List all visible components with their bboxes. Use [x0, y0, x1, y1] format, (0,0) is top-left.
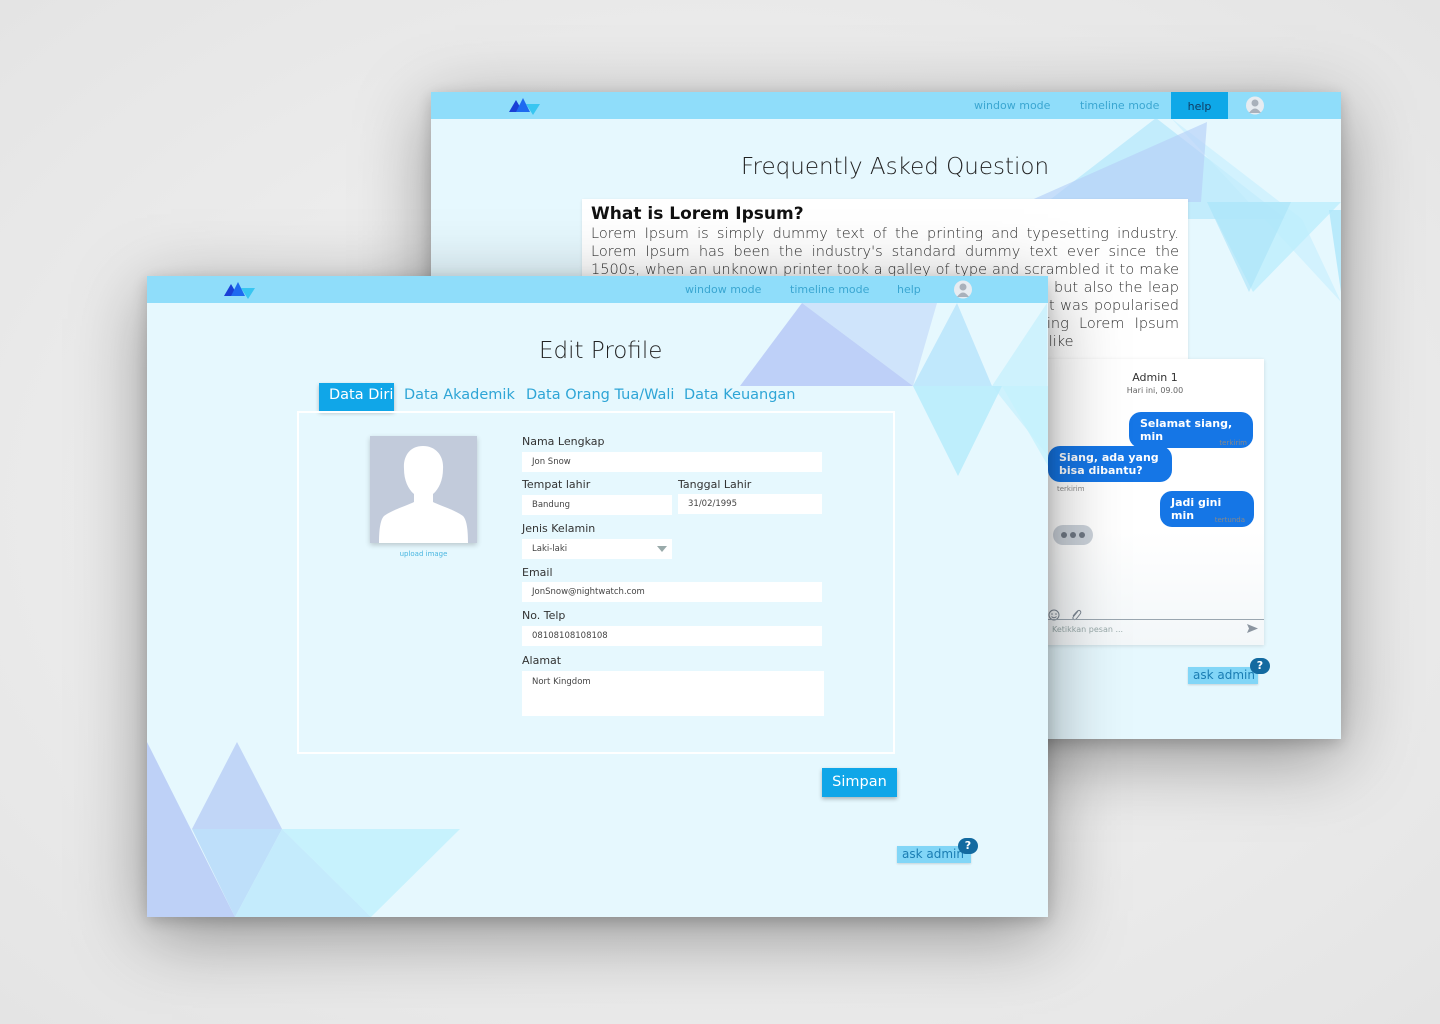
chat-message-received: Siang, ada yang bisa dibantu? [1048, 446, 1172, 482]
jenis-kelamin-value: Laki-laki [532, 544, 568, 554]
page-title: Frequently Asked Question [741, 154, 1050, 180]
tab-data-keuangan[interactable]: Data Keuangan [684, 383, 795, 411]
faq-question: What is Lorem Ipsum? [591, 204, 804, 224]
profile-photo[interactable] [370, 436, 477, 543]
chat-message-status: tertunda [1214, 516, 1245, 524]
tempat-lahir-input[interactable]: Bandung [522, 495, 672, 515]
alamat-textarea[interactable]: Nort Kingdom [522, 671, 824, 716]
profile-silhouette-icon [379, 446, 468, 543]
top-navigation-bar: window mode timeline mode help [147, 276, 1048, 303]
alamat-label: Alamat [522, 654, 562, 667]
nav-window-mode[interactable]: window mode [685, 276, 761, 303]
edit-profile-window: window mode timeline mode help Edit Prof… [147, 276, 1048, 917]
nama-lengkap-input[interactable]: Jon Snow [522, 452, 822, 472]
ask-admin-button[interactable]: ask admin [1188, 667, 1258, 684]
no-telp-input[interactable]: 08108108108108 [522, 626, 822, 646]
chat-panel: Admin 1 Hari ini, 09.00 Selamat siang, m… [1046, 359, 1264, 645]
chat-message-status: terkirim [1219, 439, 1247, 447]
nav-timeline-mode[interactable]: timeline mode [1080, 92, 1159, 119]
chat-message-status: terkirim [1057, 485, 1085, 493]
simpan-button[interactable]: Simpan [822, 768, 897, 797]
upload-image-link[interactable]: upload image [370, 550, 477, 558]
tanggal-lahir-input[interactable]: 31/02/1995 [678, 494, 822, 514]
top-navigation-bar: window mode timeline mode help [431, 92, 1341, 119]
tab-data-orang-tua-wali[interactable]: Data Orang Tua/Wali [526, 383, 674, 411]
jenis-kelamin-label: Jenis Kelamin [522, 522, 596, 535]
chat-admin-name: Admin 1 [1132, 371, 1178, 384]
chat-message-input[interactable]: Ketikkan pesan ... [1046, 619, 1264, 640]
tab-data-akademik[interactable]: Data Akademik [404, 383, 515, 411]
email-input[interactable]: JonSnow@nightwatch.com [522, 582, 822, 602]
help-question-icon[interactable]: ? [1250, 658, 1270, 674]
send-icon[interactable] [1246, 623, 1259, 634]
page-title: Edit Profile [539, 338, 663, 364]
email-label: Email [522, 566, 553, 579]
nav-help-active[interactable]: help [1171, 92, 1228, 119]
tanggal-lahir-label: Tanggal Lahir [678, 478, 752, 491]
nav-help[interactable]: help [897, 276, 921, 303]
nav-timeline-mode[interactable]: timeline mode [790, 276, 869, 303]
user-avatar-icon[interactable] [954, 280, 972, 299]
chevron-down-icon [657, 546, 667, 552]
typing-indicator [1053, 525, 1093, 545]
chat-input-placeholder: Ketikkan pesan ... [1052, 625, 1124, 634]
nama-lengkap-label: Nama Lengkap [522, 435, 605, 448]
no-telp-label: No. Telp [522, 609, 566, 622]
tab-data-diri[interactable]: Data Diri [319, 383, 394, 411]
jenis-kelamin-select[interactable]: Laki-laki [522, 539, 672, 559]
tempat-lahir-label: Tempat lahir [522, 478, 591, 491]
nav-window-mode[interactable]: window mode [974, 92, 1050, 119]
chat-time: Hari ini, 09.00 [1126, 386, 1184, 395]
help-question-icon[interactable]: ? [958, 838, 978, 854]
user-avatar-icon[interactable] [1246, 96, 1264, 115]
